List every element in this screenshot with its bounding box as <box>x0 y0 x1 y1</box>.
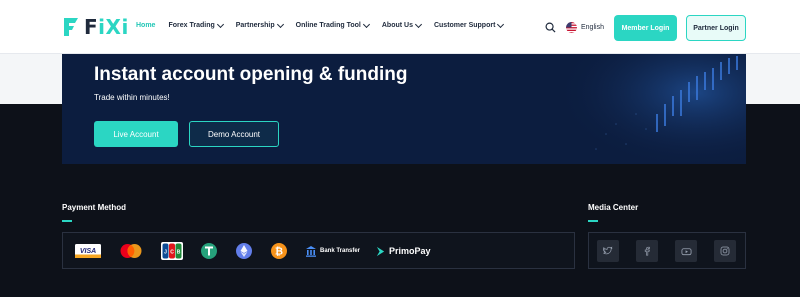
bank-transfer-method: Bank Transfer <box>305 242 360 260</box>
facebook-icon <box>644 246 650 256</box>
nav-item-home[interactable]: Home <box>136 22 155 29</box>
svg-text:C: C <box>170 250 174 256</box>
media-links-box <box>588 232 746 269</box>
nav-item-partnership[interactable]: Partnership <box>236 20 284 29</box>
chevron-down-icon <box>216 20 224 28</box>
primopay-method: PrimoPay <box>375 242 431 260</box>
svg-text:B: B <box>177 250 181 256</box>
youtube-link[interactable] <box>675 240 697 262</box>
svg-text:J: J <box>164 250 167 256</box>
language-selector[interactable]: English <box>566 22 604 33</box>
instagram-link[interactable] <box>714 240 736 262</box>
chevron-down-icon <box>362 20 370 28</box>
hero-title: Instant account opening & funding <box>94 64 408 85</box>
nav-item-customer-support[interactable]: Customer Support <box>434 20 505 29</box>
media-title-underline <box>588 220 598 222</box>
visa-icon: VISA <box>75 242 101 260</box>
instagram-icon <box>720 246 730 256</box>
logo-text: FiXi <box>84 15 129 39</box>
youtube-icon <box>681 247 691 255</box>
hero-subtitle: Trade within minutes! <box>94 93 170 102</box>
fixi-logo-mark-icon <box>64 18 78 36</box>
main-nav: Home Forex Trading Partnership Online Tr… <box>136 20 516 29</box>
bitcoin-icon: ₿ <box>270 242 288 260</box>
site-header: FiXi Home Forex Trading Partnership Onli… <box>0 0 800 54</box>
nav-item-about-us[interactable]: About Us <box>382 20 423 29</box>
bank-transfer-label: Bank Transfer <box>320 248 361 254</box>
ethereum-icon <box>235 242 253 260</box>
chevron-down-icon <box>414 20 423 28</box>
hero-banner: Instant account opening & funding Trade … <box>62 54 746 164</box>
us-flag-icon <box>566 22 577 33</box>
tether-icon <box>200 242 218 260</box>
chart-background-graphic <box>546 54 746 164</box>
nav-item-online-trading-tool[interactable]: Online Trading Tool <box>296 20 370 29</box>
live-account-button[interactable]: Live Account <box>94 121 178 147</box>
chevron-down-icon <box>276 20 284 28</box>
demo-account-button[interactable]: Demo Account <box>189 121 279 147</box>
twitter-link[interactable] <box>597 240 619 262</box>
primopay-label: PrimoPay <box>389 246 431 256</box>
svg-text:VISA: VISA <box>80 248 96 255</box>
mastercard-icon <box>118 242 144 260</box>
chevron-down-icon <box>497 20 505 28</box>
language-label: English <box>581 24 604 31</box>
jcb-icon: J C B <box>161 242 183 260</box>
primopay-icon <box>376 246 385 256</box>
nav-item-forex-trading[interactable]: Forex Trading <box>168 20 224 29</box>
svg-text:₿: ₿ <box>275 246 283 258</box>
search-icon[interactable] <box>545 22 556 33</box>
bank-icon <box>306 246 316 257</box>
payment-title-underline <box>62 220 72 222</box>
payment-methods-box: VISA J C B ₿ Bank Transfer PrimoPay <box>62 232 575 269</box>
twitter-icon <box>603 246 613 255</box>
media-center-title: Media Center <box>588 203 639 212</box>
facebook-link[interactable] <box>636 240 658 262</box>
partner-login-button[interactable]: Partner Login <box>686 15 746 41</box>
payment-method-title: Payment Method <box>62 203 127 212</box>
member-login-button[interactable]: Member Login <box>614 15 677 41</box>
fixi-logo[interactable]: FiXi <box>62 15 129 39</box>
